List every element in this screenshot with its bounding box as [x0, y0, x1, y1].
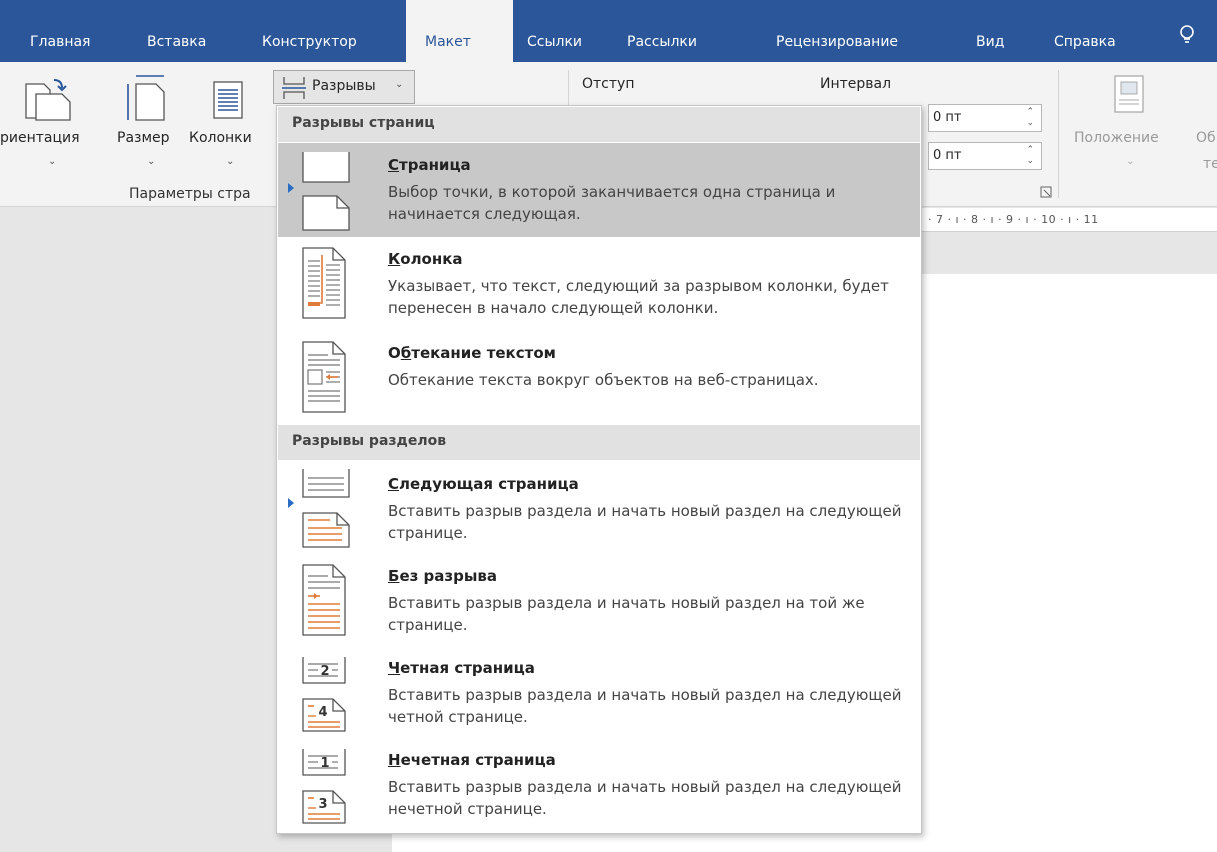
column-break-icon — [302, 247, 346, 319]
menu-item-description: Вставить разрыв раздела и начать новый р… — [388, 778, 902, 818]
orientation-label[interactable]: риентация — [0, 130, 80, 146]
columns-icon[interactable] — [210, 78, 246, 122]
spin-up-icon[interactable]: ⌃ — [1026, 146, 1034, 155]
menu-item-description: Выбор точки, в которой заканчивается одн… — [388, 183, 836, 223]
menu-item-description: Указывает, что текст, следующий за разры… — [388, 277, 889, 317]
odd-page-section-icon: 1 3 — [302, 749, 346, 824]
menu-item-title: Cтраница — [388, 156, 471, 174]
continuous-section-icon — [302, 564, 346, 636]
next-page-section-icon — [302, 469, 350, 548]
even-page-section-icon: 2 4 — [302, 657, 346, 732]
orientation-icon[interactable] — [22, 74, 74, 124]
columns-label[interactable]: Колонки — [189, 130, 252, 146]
chevron-down-icon[interactable]: ⌄ — [147, 156, 155, 167]
breaks-button[interactable]: Разрывы ⌄ — [273, 70, 415, 104]
tab-references[interactable]: Ссылки — [527, 0, 582, 62]
interval-label: Интервал — [820, 76, 892, 92]
document-gutter — [920, 232, 1217, 274]
spacing-after-input[interactable]: 0 пт ⌃ ⌄ — [928, 142, 1042, 170]
ribbon-separator — [1058, 70, 1059, 198]
pointer-icon — [288, 183, 294, 193]
odd-icon-number-top: 1 — [320, 756, 329, 771]
menu-item-next-page[interactable]: Следующая страница Вставить разрыв разде… — [278, 462, 920, 554]
section-header-page-breaks: Разрывы страниц — [278, 107, 920, 142]
horizontal-ruler[interactable]: · 7 · ı · 8 · ı · 9 · ı · 10 · ı · 11 — [920, 208, 1217, 232]
size-label[interactable]: Размер — [117, 130, 170, 146]
menu-item-description: Вставить разрыв раздела и начать новый р… — [388, 594, 865, 634]
page-size-icon[interactable] — [124, 72, 168, 124]
tab-help[interactable]: Справка — [1054, 0, 1116, 62]
position-label[interactable]: Положение — [1074, 130, 1159, 146]
menu-item-even-page[interactable]: 2 4 Четная страница Вставить разрыв разд… — [278, 646, 920, 738]
ribbon-tab-bar: Главная Вставка Конструктор Макет Ссылки… — [0, 0, 1217, 62]
spin-down-icon[interactable]: ⌄ — [1026, 119, 1034, 128]
breaks-dropdown-menu: Разрывы страниц Cтраница Выбор точки, в … — [276, 105, 922, 834]
tab-view[interactable]: Вид — [976, 0, 1004, 62]
pointer-icon — [288, 498, 294, 508]
menu-item-column-break[interactable]: Колонка Указывает, что текст, следующий … — [278, 237, 920, 331]
breaks-label: Разрывы — [312, 78, 376, 94]
text-wrapping-icon — [302, 341, 346, 413]
section-header-section-breaks: Разрывы разделов — [278, 425, 920, 460]
menu-item-description: Обтекание текста вокруг объектов на веб-… — [388, 371, 819, 389]
tab-home[interactable]: Главная — [30, 0, 90, 62]
even-icon-number-bottom: 4 — [318, 705, 327, 720]
tab-review[interactable]: Рецензирование — [776, 0, 898, 62]
wrap-text-label-line2: те — [1203, 156, 1217, 172]
spin-down-icon[interactable]: ⌄ — [1026, 157, 1034, 166]
indent-label: Отступ — [582, 76, 635, 92]
tab-insert[interactable]: Вставка — [147, 0, 206, 62]
tab-layout[interactable]: Макет — [406, 0, 513, 62]
spin-up-icon[interactable]: ⌃ — [1026, 108, 1034, 117]
chevron-down-icon: ⌄ — [395, 79, 404, 90]
spacing-before-input[interactable]: 0 пт ⌃ ⌄ — [928, 104, 1042, 132]
menu-item-text-wrapping[interactable]: Обтекание текстом Обтекание текста вокру… — [278, 331, 920, 423]
even-icon-number-top: 2 — [320, 664, 329, 679]
breaks-icon — [282, 77, 306, 99]
tab-mailings[interactable]: Рассылки — [627, 0, 697, 62]
menu-item-title: Нечетная страница — [388, 751, 556, 769]
menu-item-description: Вставить разрыв раздела и начать новый р… — [388, 502, 902, 542]
menu-item-page-break[interactable]: Cтраница Выбор точки, в которой заканчив… — [278, 143, 920, 237]
wrap-text-label[interactable]: Об — [1196, 130, 1216, 146]
menu-item-continuous[interactable]: Без разрыва Вставить разрыв раздела и на… — [278, 554, 920, 646]
lightbulb-icon[interactable] — [1176, 24, 1198, 46]
menu-item-odd-page[interactable]: 1 3 Нечетная страница Вставить разрыв ра… — [278, 738, 920, 832]
menu-item-description: Вставить разрыв раздела и начать новый р… — [388, 686, 902, 726]
page-break-icon — [302, 152, 350, 231]
menu-item-title: Четная страница — [388, 659, 535, 677]
dialog-launcher-icon[interactable] — [1040, 186, 1052, 198]
odd-icon-number-bottom: 3 — [318, 797, 327, 812]
tab-design[interactable]: Конструктор — [262, 0, 357, 62]
chevron-down-icon[interactable]: ⌄ — [226, 156, 234, 167]
chevron-down-icon[interactable]: ⌄ — [48, 156, 56, 167]
menu-item-title: Обтекание текстом — [388, 344, 556, 362]
position-icon[interactable] — [1111, 72, 1147, 116]
menu-item-title: Без разрыва — [388, 567, 498, 585]
group-page-setup-label: Параметры стра — [129, 186, 251, 202]
menu-item-title: Следующая страница — [388, 475, 579, 493]
chevron-down-icon[interactable]: ⌄ — [1126, 156, 1134, 167]
menu-item-title: Колонка — [388, 250, 463, 268]
